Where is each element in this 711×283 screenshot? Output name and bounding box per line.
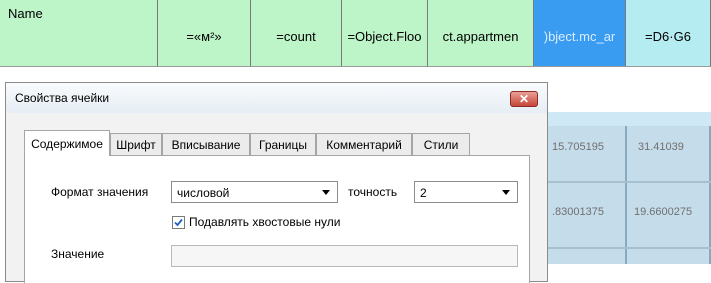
tab-fitting[interactable]: Вписывание xyxy=(162,133,250,155)
tab-content[interactable]: Содержимое xyxy=(24,130,110,156)
chevron-down-icon xyxy=(322,190,330,195)
value-label: Значение xyxy=(51,247,105,261)
precision-value: 2 xyxy=(420,186,427,200)
format-label: Формат значения xyxy=(51,185,149,199)
suppress-zeros-label: Подавлять хвостовые нули xyxy=(189,215,341,229)
header-cell-appartment[interactable]: ct.appartmen xyxy=(428,0,534,67)
header-label: =Object.Floo xyxy=(347,29,422,44)
cell-value[interactable]: 15.705195 xyxy=(552,141,604,153)
row-divider xyxy=(548,181,711,183)
close-icon: ✕ xyxy=(518,92,530,106)
close-button[interactable]: ✕ xyxy=(510,91,538,107)
row-divider xyxy=(548,247,711,249)
dialog-title: Свойства ячейки xyxy=(15,91,110,105)
header-label: Name xyxy=(8,6,43,21)
selected-row-band xyxy=(548,112,711,126)
tab-borders[interactable]: Границы xyxy=(250,133,316,155)
tab-comment[interactable]: Комментарий xyxy=(316,133,412,155)
header-cell-object-floor[interactable]: =Object.Floo xyxy=(342,0,428,67)
header-label: )bject.mc_ar xyxy=(543,29,616,44)
suppress-zeros-checkbox[interactable] xyxy=(172,216,185,229)
cell-value[interactable]: 31.41039 xyxy=(638,141,684,153)
precision-label: точность xyxy=(348,185,398,199)
checkmark-icon xyxy=(174,218,183,227)
tab-font[interactable]: Шрифт xyxy=(110,133,162,155)
tab-styles[interactable]: Стили xyxy=(412,133,470,155)
precision-select[interactable]: 2 xyxy=(414,181,518,203)
chevron-down-icon xyxy=(502,190,510,195)
cell-divider xyxy=(625,126,627,264)
header-cell-name[interactable]: Name xyxy=(0,0,158,67)
header-label: =D6·G6 xyxy=(645,29,691,44)
cell-value[interactable]: .83001375 xyxy=(552,206,604,218)
header-label: ct.appartmen xyxy=(442,29,519,44)
selected-column-area[interactable] xyxy=(548,112,711,264)
header-cell-d6-g6[interactable]: =D6·G6 xyxy=(626,0,711,67)
header-label: =«м²» xyxy=(186,29,222,44)
header-cell-count[interactable]: =count xyxy=(251,0,342,67)
header-label: =count xyxy=(276,29,316,44)
header-cell-object-mc-area[interactable]: )bject.mc_ar xyxy=(534,0,626,67)
format-value: числовой xyxy=(177,186,230,200)
header-cell-m2[interactable]: =«м²» xyxy=(158,0,251,67)
cell-properties-dialog: Свойства ячейки ✕ Содержимое Шрифт Вписы… xyxy=(5,82,548,283)
dialog-titlebar[interactable]: Свойства ячейки ✕ xyxy=(6,83,547,113)
format-select[interactable]: числовой xyxy=(171,181,338,203)
cell-value[interactable]: 19.6600275 xyxy=(634,206,692,218)
